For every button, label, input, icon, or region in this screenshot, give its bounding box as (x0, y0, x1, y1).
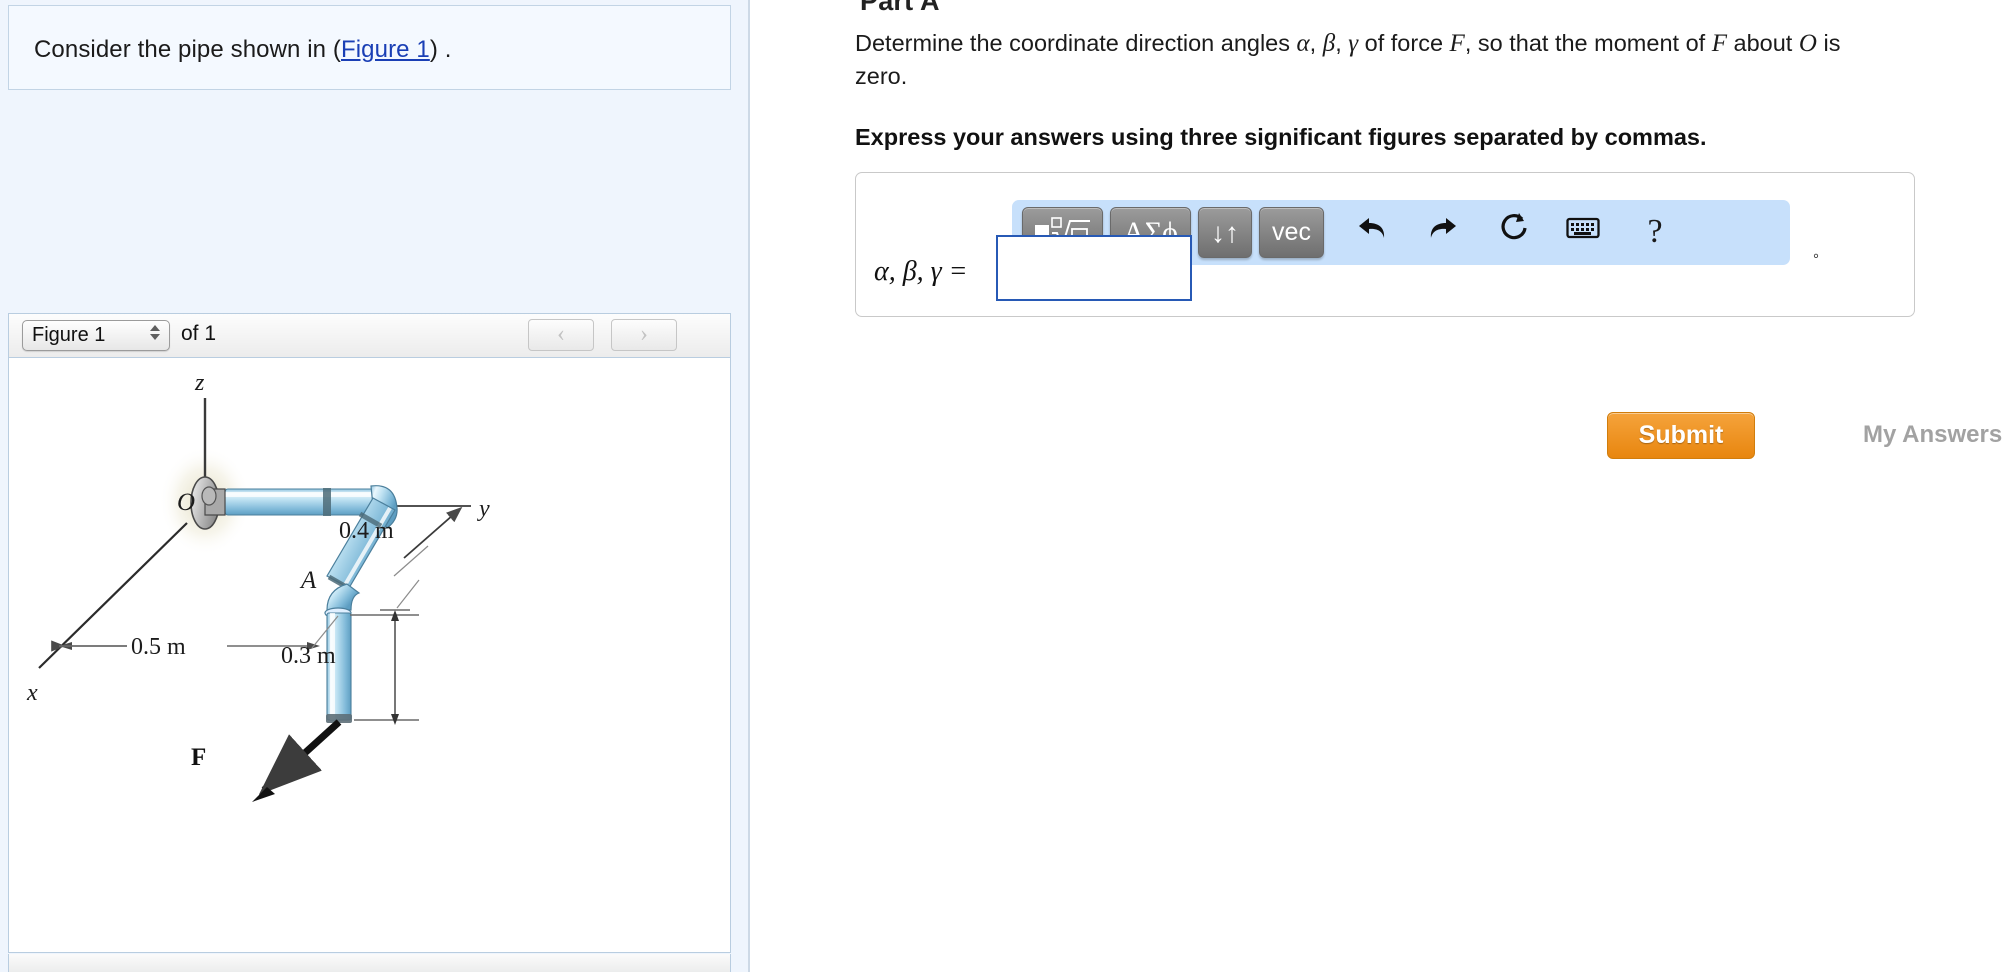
pipe-diagram-svg: z x y O A F 0.5 m 0.4 m 0.3 m (26, 370, 490, 802)
degree-unit-label: ° (1813, 251, 1819, 268)
submit-button[interactable]: Submit (1607, 412, 1755, 459)
comma-2: , (1335, 30, 1349, 56)
redo-icon[interactable] (1420, 210, 1466, 256)
dim-03-label: 0.3 m (281, 643, 336, 669)
dim-05-label: 0.5 m (131, 634, 186, 660)
figure-toolbar: Figure 1 of 1 ‹ › (9, 314, 730, 358)
sort-arrows-button[interactable]: ↓↑ (1198, 207, 1252, 258)
intro-prefix: Consider the pipe shown in ( (34, 36, 341, 63)
intro-text: Consider the pipe shown in (Figure 1) . (34, 36, 451, 64)
comma-1: , (1309, 30, 1323, 56)
reset-icon[interactable] (1491, 210, 1537, 256)
page-title: Part A (860, 0, 940, 16)
figure-canvas: z x y O A F 0.5 m 0.4 m 0.3 m (9, 358, 730, 952)
symbol-gamma: γ (1348, 30, 1359, 57)
page-root: Consider the pipe shown in (Figure 1) . … (0, 0, 2006, 972)
figure-select[interactable]: Figure 1 (22, 320, 170, 351)
question-pre: Determine the coordinate direction angle… (855, 30, 1297, 56)
axis-x-label: x (26, 680, 38, 706)
question-mid-3: about (1727, 30, 1799, 56)
undo-icon[interactable] (1349, 210, 1395, 256)
right-panel: Part A Determine the coordinate directio… (750, 0, 2006, 972)
question-mid: of force (1358, 30, 1450, 56)
vector-button[interactable]: vec (1259, 207, 1324, 258)
symbol-origin-o: O (1798, 30, 1817, 57)
figure-1-link[interactable]: Figure 1 (341, 36, 430, 63)
point-a-label: A (299, 567, 317, 594)
point-o-label: O (177, 489, 195, 516)
intro-box: Consider the pipe shown in (Figure 1) . (8, 5, 731, 90)
left-panel: Consider the pipe shown in (Figure 1) . … (0, 0, 750, 972)
answer-container: ΑΣϕ ↓↑ vec ? α, β, γ = ° (855, 172, 1915, 317)
intro-suffix: ) . (429, 36, 452, 63)
figure-count-label: of 1 (181, 322, 217, 345)
symbol-force-f-1: F (1449, 30, 1465, 57)
dim-04-label: 0.4 m (339, 518, 394, 544)
axis-y-label: y (477, 496, 490, 522)
figure-footer-bar (8, 954, 731, 972)
symbol-alpha: α (1296, 30, 1310, 57)
force-f-label: F (191, 744, 206, 771)
help-icon[interactable]: ? (1632, 210, 1678, 256)
question-text: Determine the coordinate direction angle… (855, 27, 1865, 93)
chevron-left-icon: ‹ (557, 321, 565, 347)
answer-label: α, β, γ = (874, 256, 968, 287)
symbol-force-f-2: F (1711, 30, 1727, 57)
figure-prev-button[interactable]: ‹ (528, 319, 594, 351)
axis-z-label: z (194, 370, 205, 396)
answer-input[interactable] (996, 235, 1192, 301)
chevron-right-icon: › (640, 321, 648, 347)
chevron-updown-icon (149, 325, 160, 347)
figure-select-value: Figure 1 (32, 324, 106, 346)
figure-next-button[interactable]: › (611, 319, 677, 351)
symbol-beta: β (1322, 30, 1336, 57)
figure-widget: Figure 1 of 1 ‹ › z x y O A F 0.5 m 0.4 … (8, 313, 731, 953)
answer-instruction: Express your answers using three signifi… (855, 124, 1707, 150)
keyboard-icon[interactable] (1560, 210, 1606, 256)
my-answers-link[interactable]: My Answers (1863, 421, 2002, 449)
question-mid-2: , so that the moment of (1464, 30, 1712, 56)
